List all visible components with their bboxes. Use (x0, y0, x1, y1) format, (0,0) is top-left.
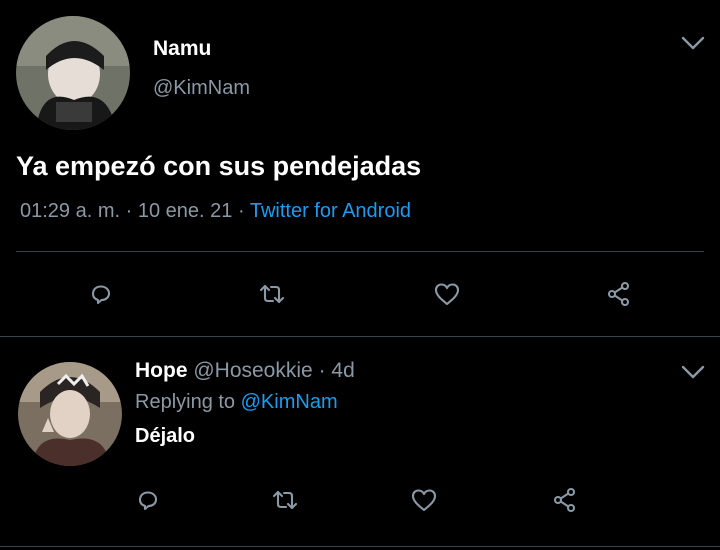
reply-icon[interactable] (133, 485, 163, 515)
share-icon[interactable] (550, 485, 580, 515)
chevron-down-icon[interactable] (680, 363, 706, 381)
section-divider (0, 336, 720, 337)
replying-to-handle[interactable]: @KimNam (241, 391, 338, 413)
chevron-down-icon[interactable] (680, 34, 706, 52)
replying-to-label: Replying to (135, 391, 236, 413)
reply-author-name[interactable]: Hope (135, 359, 188, 382)
reply-header: Hope @Hoseokkie · 4d (135, 359, 355, 383)
meta-separator: · (125, 200, 133, 222)
replying-to: Replying to @KimNam (135, 391, 338, 414)
avatar-photo (18, 362, 122, 466)
reply-icon[interactable] (86, 279, 116, 309)
reply-separator: · (318, 359, 326, 382)
divider (16, 251, 704, 252)
author-handle[interactable]: @KimNam (153, 77, 250, 100)
reply-text: Déjalo (135, 425, 196, 447)
author-avatar[interactable] (16, 16, 130, 130)
bottom-divider (0, 546, 720, 547)
tweet-meta: 01:29 a. m. · 10 ene. 21 · Twitter for A… (20, 200, 411, 223)
tweet-time: 01:29 a. m. (20, 200, 121, 222)
like-icon[interactable] (432, 279, 462, 309)
author-name[interactable]: Namu (153, 37, 211, 61)
tweet-date: 10 ene. 21 (137, 200, 233, 222)
like-icon[interactable] (409, 485, 439, 515)
retweet-icon[interactable] (257, 279, 287, 309)
avatar-photo (16, 16, 130, 130)
tweet-source[interactable]: Twitter for Android (250, 200, 411, 222)
reply-age: 4d (331, 359, 355, 382)
retweet-icon[interactable] (270, 485, 300, 515)
share-icon[interactable] (604, 279, 634, 309)
reply-author-avatar[interactable] (18, 362, 122, 466)
meta-separator: · (237, 200, 245, 222)
reply-author-handle[interactable]: @Hoseokkie (193, 359, 312, 382)
tweet-text: Ya empezó con sus pendejadas (16, 151, 422, 181)
